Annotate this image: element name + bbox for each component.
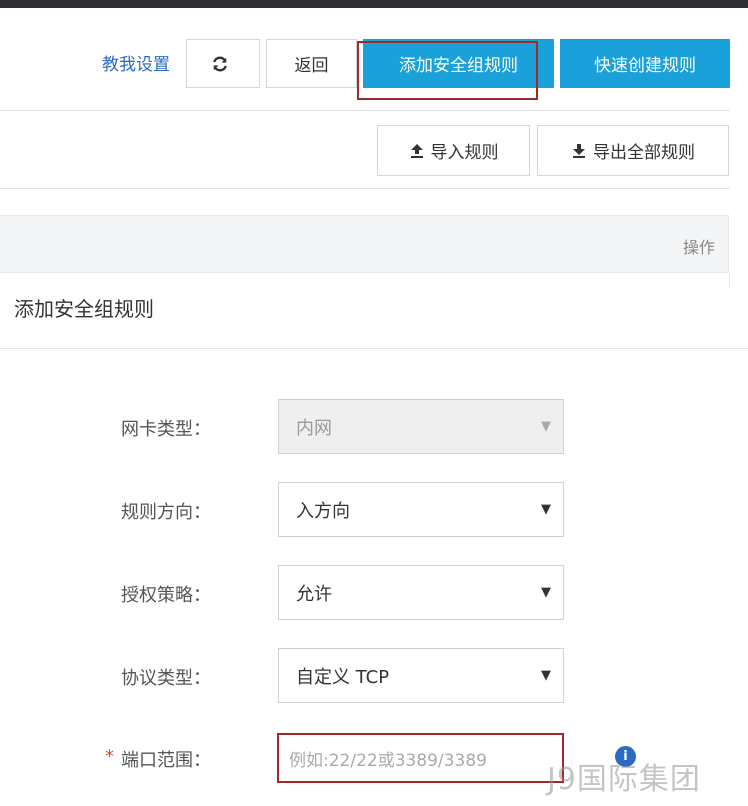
import-rules-button[interactable]: 导入规则: [377, 125, 530, 176]
port-range-label-wrap: * 端口范围：: [105, 746, 211, 772]
export-all-rules-button[interactable]: 导出全部规则: [537, 125, 729, 176]
refresh-icon: [213, 56, 227, 71]
caret-down-icon: ▼: [541, 502, 551, 517]
export-all-rules-label: 导出全部规则: [593, 143, 695, 163]
direction-value: 入方向: [296, 500, 350, 522]
rules-table-header: 操作: [0, 215, 729, 273]
nic-type-select: 内网 ▼: [278, 399, 564, 454]
divider: [0, 110, 730, 111]
highlight-box-add-rule: [357, 41, 538, 100]
back-button[interactable]: 返回: [266, 39, 357, 88]
policy-select[interactable]: 允许 ▼: [278, 565, 564, 620]
download-icon: [573, 143, 585, 158]
dialog-title: 添加安全组规则: [14, 297, 154, 321]
upload-icon: [410, 143, 423, 158]
policy-value: 允许: [296, 583, 332, 605]
protocol-label: 协议类型：: [121, 668, 211, 689]
caret-down-icon: ▼: [541, 419, 551, 434]
protocol-select[interactable]: 自定义 TCP ▼: [278, 648, 564, 703]
direction-label: 规则方向：: [121, 502, 211, 523]
divider: [0, 188, 730, 189]
port-range-input[interactable]: 例如:22/22或3389/3389: [277, 733, 564, 783]
nic-type-label: 网卡类型：: [121, 419, 211, 440]
required-mark: *: [105, 746, 114, 767]
dialog-divider: [0, 348, 748, 349]
nic-type-value: 内网: [296, 417, 332, 439]
refresh-button[interactable]: [186, 39, 260, 88]
import-rules-label: 导入规则: [430, 143, 499, 163]
caret-down-icon: ▼: [541, 668, 551, 683]
help-link[interactable]: 教我设置: [102, 50, 170, 75]
policy-label: 授权策略：: [121, 585, 211, 606]
direction-select[interactable]: 入方向 ▼: [278, 482, 564, 537]
protocol-value: 自定义 TCP: [296, 666, 390, 688]
quick-create-rule-button[interactable]: 快速创建规则: [560, 39, 730, 88]
watermark: J9国际集团: [547, 762, 701, 797]
caret-down-icon: ▼: [541, 585, 551, 600]
operation-column-header: 操作: [682, 238, 715, 257]
table-border: [729, 273, 730, 287]
top-bar: [0, 0, 748, 8]
port-range-label: 端口范围：: [121, 750, 211, 771]
